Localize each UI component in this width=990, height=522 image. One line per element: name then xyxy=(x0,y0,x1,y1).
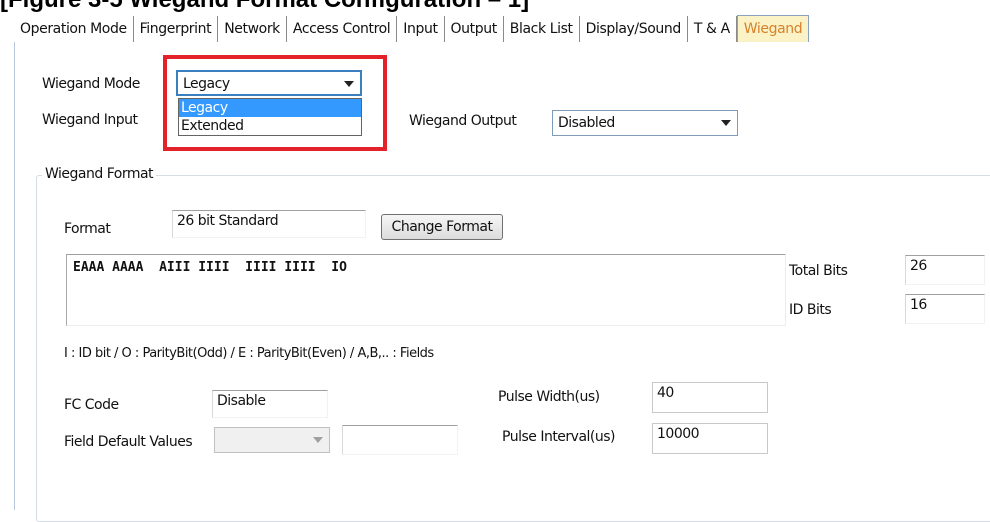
wiegand-mode-label: Wiegand Mode xyxy=(42,76,140,92)
tab-t-a[interactable]: T & A xyxy=(688,16,737,42)
field-default-value-field[interactable] xyxy=(342,425,458,455)
id-bits-label: ID Bits xyxy=(789,302,832,318)
wiegand-output-selected-value: Disabled xyxy=(558,115,615,131)
fc-code-label: FC Code xyxy=(64,397,119,413)
format-field[interactable]: 26 bit Standard xyxy=(172,210,366,238)
pulse-interval-field[interactable]: 10000 xyxy=(652,423,768,454)
tab-wiegand[interactable]: Wiegand xyxy=(736,15,810,42)
change-format-button[interactable]: Change Format xyxy=(381,214,503,240)
wiegand-input-label: Wiegand Input xyxy=(42,112,138,128)
wiegand-output-label: Wiegand Output xyxy=(409,113,517,129)
page-title: [Figure 3-5 Wiegand Format Configuration… xyxy=(0,0,529,14)
wiegand-format-group-title: Wiegand Format xyxy=(42,166,157,182)
format-legend: I : ID bit / O : ParityBit(Odd) / E : Pa… xyxy=(64,346,434,361)
tab-operation-mode[interactable]: Operation Mode xyxy=(14,16,134,42)
tab-input[interactable]: Input xyxy=(397,16,445,42)
field-default-values-select[interactable] xyxy=(214,427,330,453)
chevron-down-icon[interactable] xyxy=(313,437,323,443)
highlight-annotation-box xyxy=(163,55,387,151)
tab-black-list[interactable]: Black List xyxy=(504,16,580,42)
tab-fingerprint[interactable]: Fingerprint xyxy=(134,16,219,42)
total-bits-label: Total Bits xyxy=(789,263,848,279)
tab-bar: Operation Mode Fingerprint Network Access C… xyxy=(14,14,990,43)
total-bits-field[interactable]: 26 xyxy=(905,255,985,285)
pulse-width-field[interactable]: 40 xyxy=(652,382,768,413)
tab-display-sound[interactable]: Display/Sound xyxy=(580,16,688,42)
pulse-width-label: Pulse Width(us) xyxy=(498,389,600,405)
id-bits-field[interactable]: 16 xyxy=(905,294,985,324)
pulse-interval-label: Pulse Interval(us) xyxy=(502,429,616,445)
fc-code-field[interactable]: Disable xyxy=(212,390,328,418)
tab-access-control[interactable]: Access Control xyxy=(287,16,398,42)
wiegand-output-select[interactable]: Disabled xyxy=(552,110,738,136)
tab-network[interactable]: Network xyxy=(218,16,287,42)
tab-output[interactable]: Output xyxy=(445,16,504,42)
chevron-down-icon[interactable] xyxy=(721,120,731,126)
field-default-values-label: Field Default Values xyxy=(64,434,193,450)
format-label: Format xyxy=(64,221,111,237)
bit-pattern-field[interactable]: EAAA AAAA AIII IIII IIII IIII IO xyxy=(66,254,786,326)
